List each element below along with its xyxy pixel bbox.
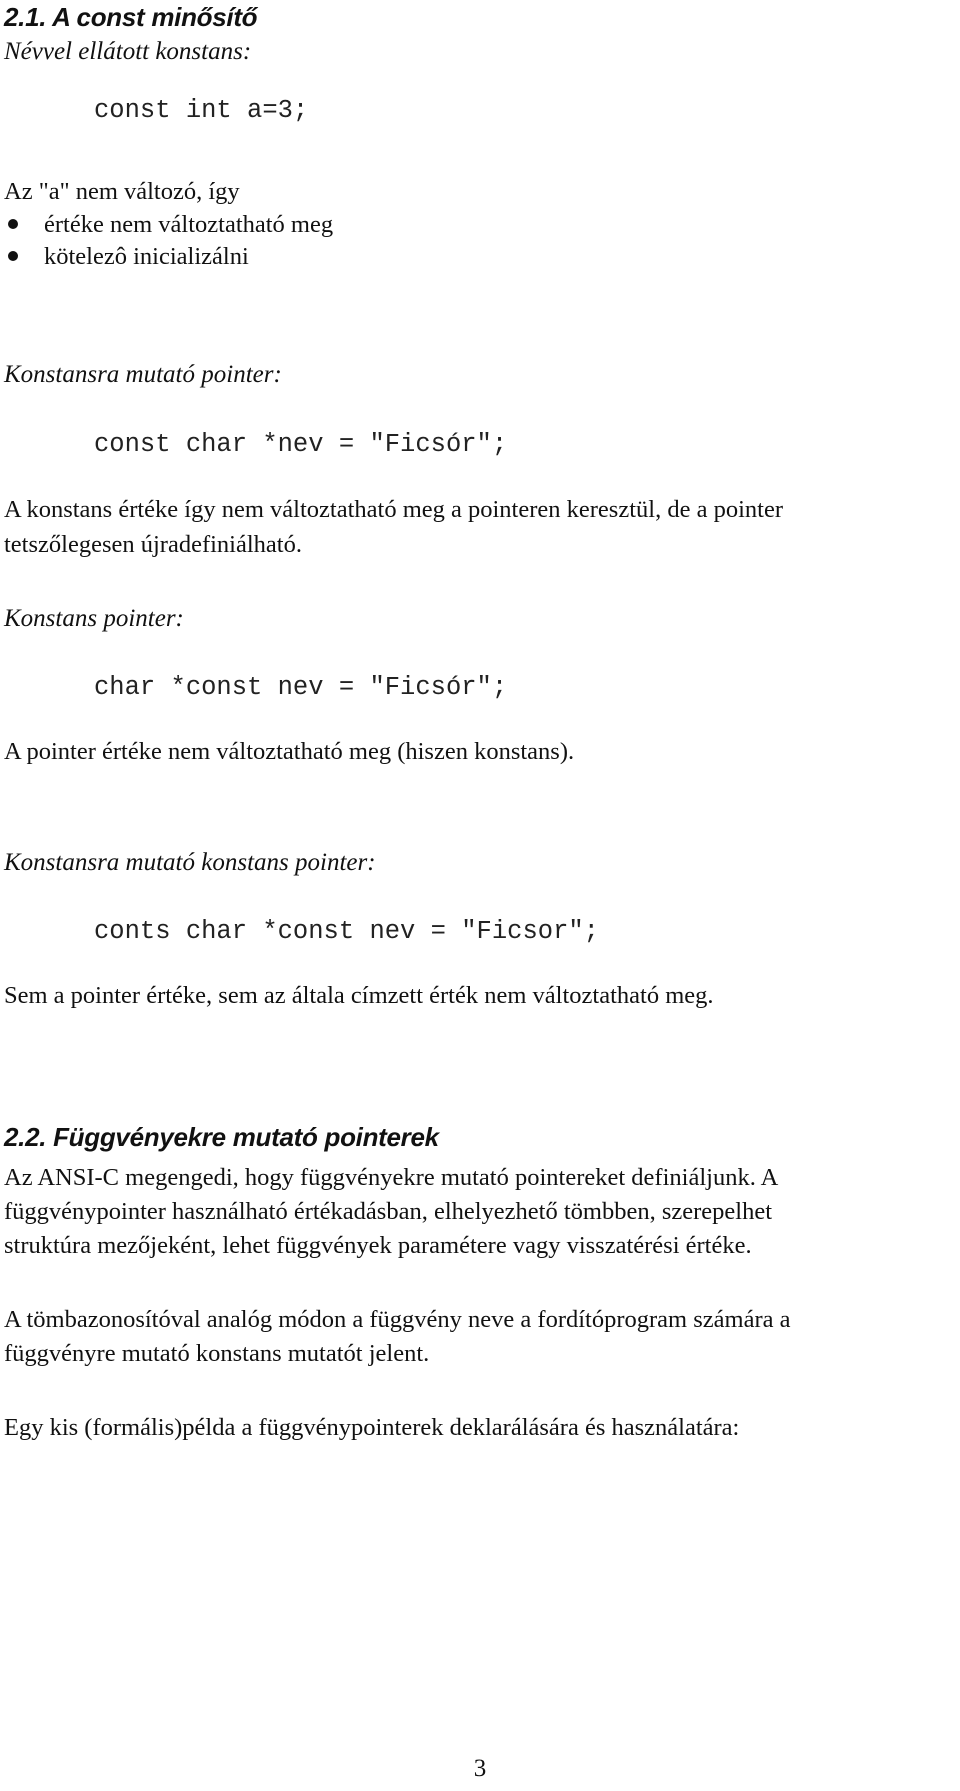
bullet-item: értéke nem változtatható meg: [4, 211, 333, 239]
section-heading-2-2: 2.2. Függvényekre mutató pointerek: [4, 1122, 439, 1152]
bullet-text: értéke nem változtatható meg: [44, 211, 334, 238]
constant-pointer-to-constant-label: Konstansra mutató konstans pointer:: [4, 849, 376, 876]
constant-pointer-label: Konstans pointer:: [4, 605, 184, 632]
page-number: 3: [473, 1755, 487, 1782]
section-heading-2-1: 2.1. A const minősítő: [4, 2, 258, 32]
named-constant-intro: Az "a" nem változó, így: [4, 178, 240, 205]
bullet-item: kötelezô inicializálni: [4, 243, 249, 271]
code-named-constant: const int a=3;: [94, 96, 309, 125]
para2-line2: függvényre mutató konstans mutatót jelen…: [4, 1340, 430, 1367]
code-constant-pointer-to-constant: conts char *const nev = "Ficsor";: [94, 917, 599, 946]
bullet-icon: [8, 219, 18, 230]
pointer-to-constant-text-line2: tetszőlegesen újradefiniálható.: [4, 531, 302, 558]
para1-line1: Az ANSI-C megengedi, hogy függvényekre m…: [4, 1164, 779, 1191]
para1-line3: struktúra mezőjeként, lehet függvények p…: [4, 1232, 752, 1259]
para1-line2: függvénypointer használható értékadásban…: [4, 1198, 773, 1225]
pointer-to-constant-label: Konstansra mutató pointer:: [4, 361, 282, 388]
para3: Egy kis (formális)példa a függvénypointe…: [4, 1414, 740, 1441]
bullet-text: kötelezô inicializálni: [44, 243, 249, 270]
para2-line1: A tömbazonosítóval analóg módon a függvé…: [4, 1306, 791, 1333]
code-constant-pointer: char *const nev = "Ficsór";: [94, 673, 508, 702]
bullet-icon: [8, 251, 18, 262]
code-pointer-to-constant: const char *nev = "Ficsór";: [94, 430, 508, 459]
named-constant-label: Névvel ellátott konstans:: [4, 38, 252, 65]
constant-pointer-to-constant-text: Sem a pointer értéke, sem az általa címz…: [4, 982, 714, 1009]
constant-pointer-text: A pointer értéke nem változtatható meg (…: [4, 738, 575, 765]
pointer-to-constant-text-line1: A konstans értéke így nem változtatható …: [4, 496, 783, 523]
